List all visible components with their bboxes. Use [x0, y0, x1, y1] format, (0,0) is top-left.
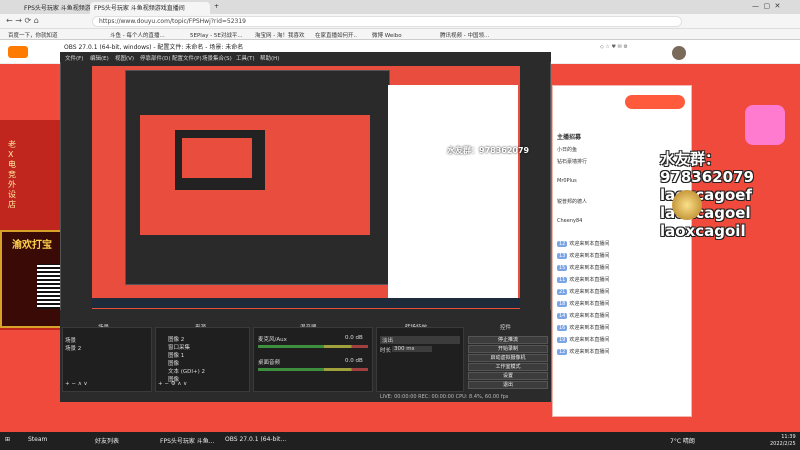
mixer-meter-1[interactable] — [258, 345, 368, 348]
menu-profile[interactable]: 配置文件(P) — [172, 54, 202, 62]
chat-header: 主播招募 — [557, 134, 582, 141]
taskbar-friends[interactable]: 好友列表 — [95, 436, 119, 445]
taskbar-browser[interactable]: FPS头号玩家 斗鱼... — [160, 436, 215, 445]
taskbar: ⊞ Steam 好友列表 FPS头号玩家 斗鱼... OBS 27.0.1 (6… — [0, 432, 800, 450]
preview-taskbar — [92, 298, 520, 308]
address-bar-row: ← → ⟳ ⌂ https://www.douyu.com/topic/FPSH… — [0, 14, 800, 29]
menu-scene-collection[interactable]: 场景集合(S) — [202, 54, 232, 62]
avatar[interactable] — [672, 46, 686, 60]
scene-item[interactable]: 场景 2 — [65, 344, 81, 352]
source-item[interactable]: 图像 1 — [168, 351, 184, 359]
header-icons[interactable]: ◇ ☆ ♥ ✉ ⚙ — [600, 44, 680, 60]
promo-title: 渝欢打宝 — [12, 240, 52, 251]
bookmark-2[interactable]: 斗鱼 - 每个人的直播... — [110, 31, 165, 39]
chat-msg: 14 欢迎来到本直播间 — [557, 313, 610, 319]
chat-user-1[interactable]: Mr0Plus — [557, 178, 577, 184]
bookmark-4[interactable]: 淘宝网 - 淘！我喜欢 — [255, 31, 304, 39]
source-toolbar[interactable]: + − ⚙ ∧ ∨ — [158, 381, 187, 387]
chat-user-3[interactable]: Cheeny84 — [557, 218, 582, 224]
scene-toolbar[interactable]: + − ∧ ∨ — [65, 381, 88, 387]
menu-view[interactable]: 视图(V) — [115, 54, 134, 62]
mixer-track-level: 0.0 dB — [345, 335, 363, 341]
exit-button[interactable]: 退出 — [468, 381, 548, 389]
star-badge-icon — [745, 105, 785, 145]
douyu-logo[interactable] — [8, 46, 28, 58]
bookmark-3[interactable]: 5EPlay - 5E对战平... — [190, 31, 243, 39]
menu-help[interactable]: 帮助(H) — [260, 54, 279, 62]
menu-tools[interactable]: 工具(T) — [236, 54, 255, 62]
menu-edit[interactable]: 编辑(E) — [90, 54, 109, 62]
start-icon[interactable]: ⊞ — [5, 436, 10, 443]
transition-select[interactable]: 淡出 — [380, 336, 460, 344]
clock[interactable]: 11:39 2022/2/25 — [770, 434, 796, 448]
bookmark-6[interactable]: 微博 Weibo — [372, 31, 402, 39]
dock-header-controls: 控件 — [500, 325, 512, 331]
tab-fps-active[interactable]: FPS头号玩家 斗鱼视频游戏直播间 — [90, 2, 210, 14]
new-tab-button[interactable]: + — [210, 2, 224, 14]
chat-msg: 18 欢迎来到本直播间 — [557, 301, 610, 307]
source-item[interactable]: 图像 — [168, 359, 179, 367]
obs-statusbar: LIVE: 00:00:00 REC: 00:00:00 CPU: 8.4%, … — [60, 392, 551, 402]
obs-status-text: LIVE: 00:00:00 REC: 00:00:00 CPU: 8.4%, … — [380, 394, 509, 400]
transition-duration-input[interactable]: 300 ms — [392, 346, 432, 352]
taskbar-obs[interactable]: OBS 27.0.1 (64-bit... — [225, 436, 286, 443]
scene-item[interactable]: 场景 — [65, 336, 76, 344]
browser-tabbar: FPS头号玩家 斗鱼视频游戏... FPS头号玩家 斗鱼视频游戏直播间 + — … — [0, 0, 800, 14]
menu-file[interactable]: 文件(F) — [65, 54, 83, 62]
bookmarks-bar: 百度一下，你就知道 斗鱼 - 每个人的直播... 5EPlay - 5E对战平.… — [0, 29, 800, 40]
chat-msg: 19 欢迎来到本直播间 — [557, 337, 610, 343]
pc-client-button[interactable] — [625, 95, 685, 109]
chat-msg: 12 欢迎来到本直播间 — [557, 241, 610, 247]
transition-duration-label: 时长 — [380, 348, 392, 354]
mixer-track-name: 桌面音频 — [258, 360, 281, 366]
source-item[interactable]: 窗口采集 — [168, 343, 190, 351]
preview-overlay-text: 水友群：978362079 — [447, 146, 530, 155]
nav-arrows-icon[interactable]: ← → ⟳ ⌂ — [6, 16, 39, 25]
chat-panel: 主播招募 小日的鱼 钻石豪墙排行 Mr0Plus 锐普邦的德人 Cheeny84… — [552, 85, 692, 417]
virtual-camera-button[interactable]: 启动虚拟摄像机 — [468, 354, 548, 362]
chat-msg: 12 欢迎来到本直播间 — [557, 349, 610, 355]
left-promo-text: 老X电竞外设店 — [8, 140, 16, 209]
source-item[interactable]: 文本 (GDI+) 2 — [168, 367, 205, 375]
start-recording-button[interactable]: 开始录制 — [468, 345, 548, 353]
obs-menubar: 文件(F) 编辑(E) 视图(V) 停靠部件(D) 配置文件(P) 场景集合(S… — [60, 52, 551, 62]
stop-streaming-button[interactable]: 停止推流 — [468, 336, 548, 344]
menu-docks[interactable]: 停靠部件(D) — [140, 54, 171, 62]
nested-site-capture-2 — [182, 138, 252, 178]
mixer-track-level: 0.0 dB — [345, 358, 363, 364]
chat-msg: 21 欢迎来到本直播间 — [557, 289, 610, 295]
mixer-meter-2[interactable] — [258, 368, 368, 371]
bookmark-7[interactable]: 腾讯视频 - 中国领... — [440, 31, 489, 39]
bookmark-1[interactable]: 百度一下，你就知道 — [8, 31, 58, 39]
chat-msg: 15 欢迎来到本直播间 — [557, 265, 610, 271]
preview-chat-panel — [388, 85, 518, 303]
url-input[interactable]: https://www.douyu.com/topic/FPSHwj?rid=5… — [92, 16, 682, 27]
chat-msg: 16 欢迎来到本直播间 — [557, 325, 610, 331]
bookmark-5[interactable]: 在家直播如何开.. — [315, 31, 357, 39]
mixer-track-name: 麦克风/Aux — [258, 337, 287, 343]
studio-mode-button[interactable]: 工作室模式 — [468, 363, 548, 371]
chat-tab-1[interactable]: 小日的鱼 — [557, 146, 577, 153]
obs-title: OBS 27.0.1 (64-bit, windows) - 配置文件: 未命名… — [60, 40, 551, 52]
gold-coin-icon — [672, 190, 702, 220]
source-item[interactable]: 图像 2 — [168, 335, 184, 343]
chat-msg: 11 欢迎来到本直播间 — [557, 277, 610, 283]
chat-user-2[interactable]: 锐普邦的德人 — [557, 198, 587, 205]
weather-text[interactable]: 7°C 晴朗 — [670, 436, 695, 445]
settings-button[interactable]: 设置 — [468, 372, 548, 380]
taskbar-steam[interactable]: Steam — [28, 436, 47, 443]
chat-tab-2[interactable]: 钻石豪墙排行 — [557, 158, 587, 165]
window-controls[interactable]: — ▢ ✕ — [752, 2, 780, 10]
chat-msg: 13 欢迎来到本直播间 — [557, 253, 610, 259]
